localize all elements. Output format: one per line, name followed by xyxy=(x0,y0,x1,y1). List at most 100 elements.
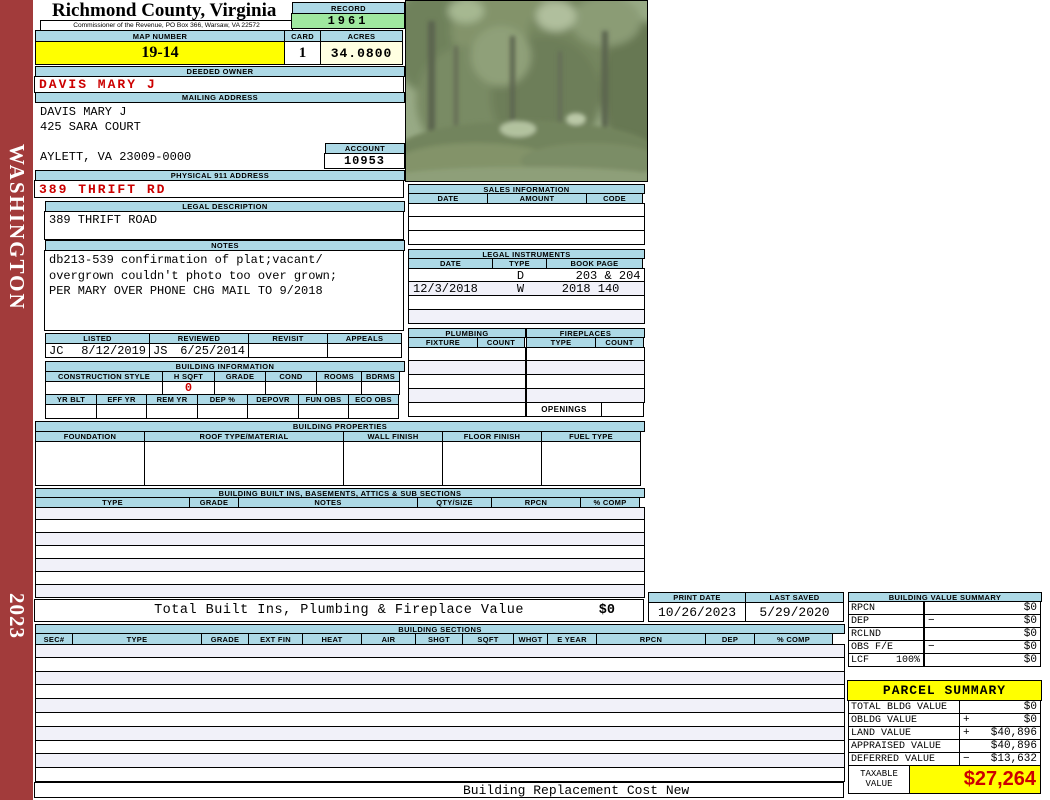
listed-cell: JC 8/12/2019 xyxy=(45,343,150,358)
review-table: LISTED REVIEWED REVISIT APPEALS JC 8/12/… xyxy=(45,333,405,358)
notes-line: overgrown couldn't photo too over grown; xyxy=(49,268,338,283)
account-value: 10953 xyxy=(324,153,405,169)
fireplaces-empty-row xyxy=(526,347,645,361)
built-ins-header: TYPE xyxy=(35,497,190,508)
built-ins-empty-row xyxy=(35,520,645,533)
taxable-value-label: TAXABLE VALUE xyxy=(848,765,910,794)
ps-label: TOTAL BLDG VALUE xyxy=(848,700,960,714)
deeded-owner-value: DAVIS MARY J xyxy=(34,76,404,93)
acres-value: 34.0800 xyxy=(320,41,403,65)
fireplaces-header: COUNT xyxy=(595,337,644,348)
mailing-line: DAVIS MARY J xyxy=(40,105,127,119)
building-sections-empty-row xyxy=(35,657,845,672)
remyr-value xyxy=(146,404,198,419)
built-ins-header: NOTES xyxy=(238,497,418,508)
plumbing-empty-row xyxy=(408,361,526,375)
map-card-acres-table: MAP NUMBER CARD ACRES 19-14 1 34.0800 xyxy=(35,30,405,65)
built-ins-empty-row xyxy=(35,533,645,546)
li-header: TYPE xyxy=(492,258,547,269)
plumbing-empty-row xyxy=(408,403,526,417)
built-ins-empty-row xyxy=(35,572,645,585)
fireplaces-rows xyxy=(526,347,645,403)
reviewed-cell: JS 6/25/2014 xyxy=(149,343,249,358)
built-ins-header: % COMP xyxy=(580,497,640,508)
property-record-card: WASHINGTON 2023 Richmond County, Virgini… xyxy=(0,0,1050,800)
sidebar: WASHINGTON 2023 xyxy=(0,0,33,800)
building-sections-empty-row xyxy=(35,754,845,769)
parcel-summary-title: PARCEL SUMMARY xyxy=(847,680,1042,701)
sales-empty-row xyxy=(408,231,645,245)
li-date xyxy=(409,269,493,281)
cond-value xyxy=(265,381,317,395)
fireplaces-empty-row xyxy=(526,389,645,403)
hsqft-value: 0 xyxy=(162,381,215,395)
legal-description-value: 389 THRIFT ROAD xyxy=(44,211,404,240)
listed-by: JC xyxy=(49,343,64,358)
last-saved-value: 5/29/2020 xyxy=(745,602,844,622)
sales-header: CODE xyxy=(586,193,643,204)
built-ins-total-row: Total Built Ins, Plumbing & Fireplace Va… xyxy=(34,599,644,622)
li-date: 12/3/2018 xyxy=(413,282,478,296)
effyr-value xyxy=(96,404,147,419)
grade-value xyxy=(214,381,266,395)
rooms-value xyxy=(316,381,362,395)
bvs-value: $0 xyxy=(1023,628,1037,640)
ps-value-cell: + $0 xyxy=(959,713,1041,727)
bvs-label: LCF xyxy=(851,654,870,666)
legal-instrument-empty-row xyxy=(408,310,645,324)
building-sections-rows xyxy=(35,644,845,782)
sidebar-county-vertical-label: WASHINGTON xyxy=(5,144,29,311)
legal-instruments-rows: D 203 & 204 12/3/2018 W 2018 140 xyxy=(408,268,645,324)
taxable-value: $27,264 xyxy=(909,765,1041,794)
bvs-pct: 100% xyxy=(895,654,920,666)
sales-header: DATE xyxy=(408,193,488,204)
construction-style-value xyxy=(45,381,163,395)
notes-line: PER MARY OVER PHONE CHG MAIL TO 9/2018 xyxy=(49,284,323,298)
ps-label: DEFERRED VALUE xyxy=(848,752,960,766)
mailing-address-label: MAILING ADDRESS xyxy=(35,92,405,103)
building-sections-empty-row xyxy=(35,726,845,741)
plumbing-empty-row xyxy=(408,347,526,361)
ps-value: $40,896 xyxy=(990,727,1037,739)
bvs-value-cell: $0 xyxy=(924,601,1041,615)
sidebar-year-vertical-label: 2023 xyxy=(5,593,29,639)
building-properties: BUILDING PROPERTIES FOUNDATION ROOF TYPE… xyxy=(35,421,645,486)
ps-value-cell: − $13,632 xyxy=(959,752,1041,766)
legal-instrument-row: D 203 & 204 xyxy=(408,268,645,283)
bvs-value-cell: − $0 xyxy=(924,640,1041,654)
parcel-summary: PARCEL SUMMARY TOTAL BLDG VALUE $0 OBLDG… xyxy=(847,680,1042,794)
bvs-label: RPCN xyxy=(848,601,925,615)
listed-date: 8/12/2019 xyxy=(81,343,146,358)
ps-value-cell: $0 xyxy=(959,700,1041,714)
mailing-address-block: DAVIS MARY J 425 SARA COURT AYLETT, VA 2… xyxy=(40,105,320,165)
li-type: D xyxy=(516,269,525,283)
ps-value-cell: + $40,896 xyxy=(959,726,1041,740)
building-sections-empty-row xyxy=(35,768,845,782)
building-sections-empty-row xyxy=(35,644,845,658)
print-info: PRINT DATE LAST SAVED 10/26/2023 5/29/20… xyxy=(648,592,845,622)
bvs-value-cell: − $0 xyxy=(924,614,1041,628)
revisit-cell xyxy=(248,343,328,358)
reviewed-by: JS xyxy=(153,343,168,358)
ecoobs-value xyxy=(348,404,399,419)
account-box: ACCOUNT 10953 xyxy=(324,143,405,169)
fireplaces-table: FIREPLACES TYPE COUNT OPENINGS xyxy=(526,328,645,417)
sales-empty-row xyxy=(408,217,645,231)
built-ins-header: QTY/SIZE xyxy=(417,497,492,508)
li-type: W xyxy=(516,282,525,296)
plumbing-empty-row xyxy=(408,375,526,389)
sales-information: SALES INFORMATION DATE AMOUNT CODE xyxy=(408,184,645,245)
ps-value: $0 xyxy=(1023,701,1037,713)
record-box: RECORD 1961 xyxy=(291,2,405,29)
building-replacement-label: Building Replacement Cost New xyxy=(463,782,690,798)
building-information: BUILDING INFORMATION CONSTRUCTION STYLE … xyxy=(45,361,405,419)
yrblt-value xyxy=(45,404,97,419)
ps-op: + xyxy=(963,714,970,726)
mailing-line xyxy=(40,135,320,150)
bvs-value-cell: $0 xyxy=(924,627,1041,641)
legal-instrument-empty-row xyxy=(408,296,645,310)
built-ins-table: BUILDING BUILT INS, BASEMENTS, ATTICS & … xyxy=(35,488,645,598)
notes-line: db213-539 confirmation of plat;vacant/ xyxy=(49,253,323,267)
building-value-summary: BUILDING VALUE SUMMARY RPCN $0 DEP − $0 R… xyxy=(848,592,1042,667)
depovr-value xyxy=(247,404,299,419)
